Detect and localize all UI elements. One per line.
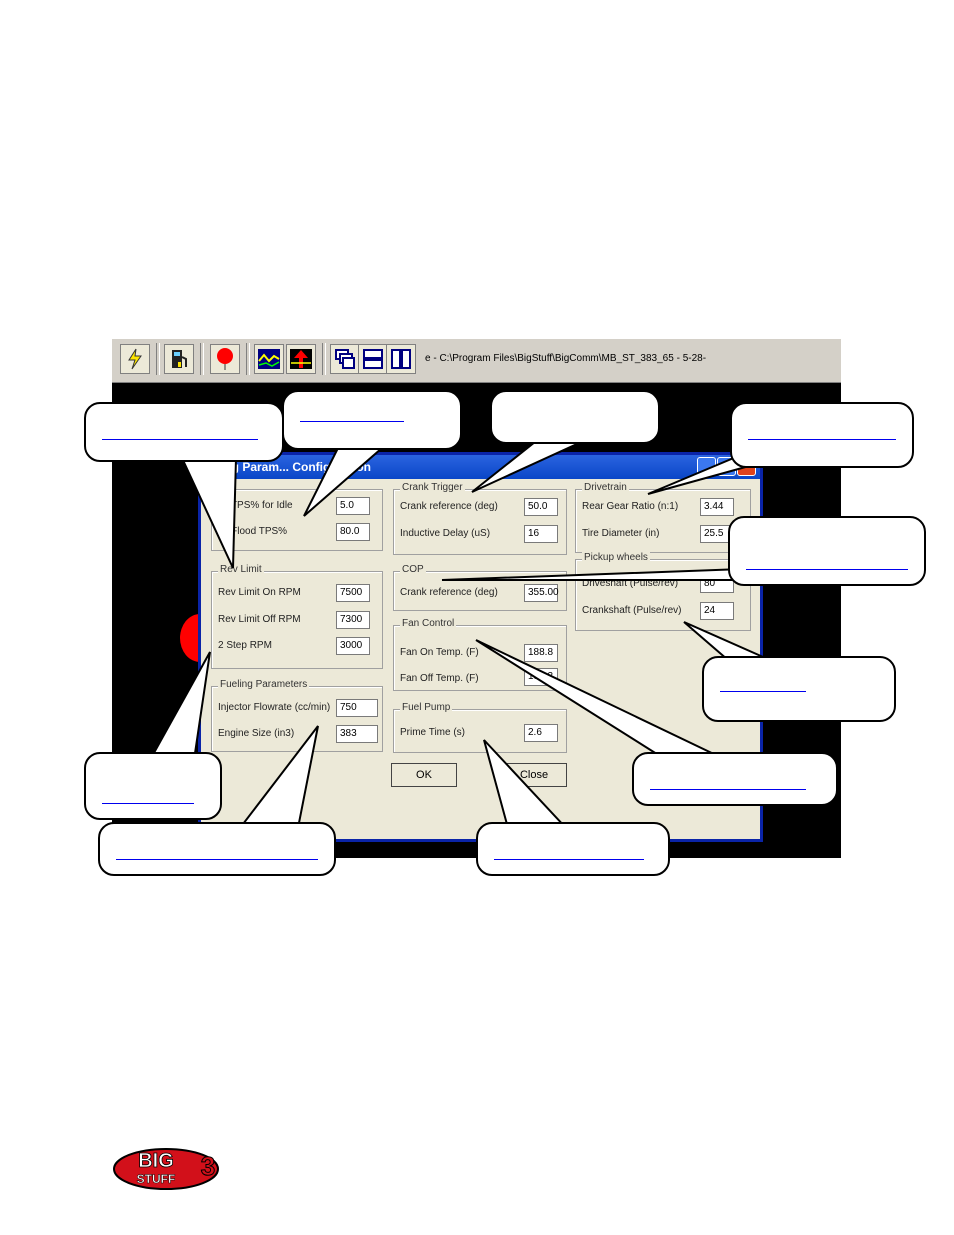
callout-tail-crank-trigger [471, 437, 591, 493]
callout-fuel-pump [476, 822, 670, 876]
callout-fueling [98, 822, 336, 876]
callout-pointers [148, 437, 811, 829]
callout-tail-fueling [237, 725, 319, 829]
callout-drivetrain [730, 402, 914, 468]
callout-pickup-wheels [702, 656, 896, 722]
logo-digit: 3 [201, 1151, 215, 1181]
logo-text-big: BIG [138, 1150, 174, 1172]
callout-rev-limit [84, 402, 284, 462]
callout-tail-fan-control [475, 639, 719, 757]
callout-cop [728, 516, 926, 586]
callout-tail-idle-tps [303, 447, 385, 517]
callout-tail-pickup-wheels [683, 621, 771, 661]
callout-crank-trigger [490, 390, 660, 444]
callout-two-step [84, 752, 222, 820]
callout-tail-rev-limit [180, 457, 238, 569]
logo-text-stuff: STUFF [137, 1172, 176, 1186]
callout-idle-tps [282, 390, 462, 450]
bigstuff-logo: BIG STUFF 3 [113, 1148, 219, 1190]
callout-tail-fuel-pump [483, 739, 569, 829]
callout-tail-two-step [148, 651, 211, 761]
callout-fan-control [632, 752, 838, 806]
